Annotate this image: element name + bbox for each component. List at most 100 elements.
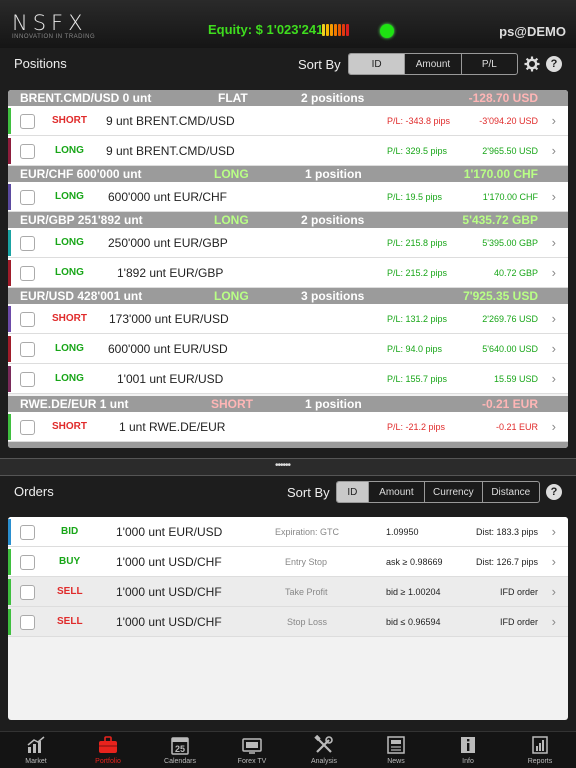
position-row[interactable]: SHORT 9 unt BRENT.CMD/USD P/L: -343.8 pi…	[8, 106, 568, 136]
tab-reports[interactable]: Reports	[504, 732, 576, 768]
group-pl: -128.70 USD	[468, 91, 538, 105]
position-group-header[interactable]: RWE.DE/EUR 1 unt SHORT 1 position -0.21 …	[8, 396, 568, 412]
positions-sort-label: Sort By	[298, 57, 341, 72]
user-account[interactable]: ps@DEMO	[499, 24, 566, 39]
order-color-tag	[8, 579, 11, 605]
orders-header: Orders Sort By ID Amount Currency Distan…	[0, 476, 576, 508]
position-side: LONG	[55, 145, 84, 156]
orders-sort-distance[interactable]: Distance	[481, 482, 539, 502]
tab-calendars[interactable]: 25 Calendars	[144, 732, 216, 768]
calendar-day: 25	[175, 744, 185, 754]
order-checkbox[interactable]	[20, 585, 35, 600]
group-pl: 7'925.35 USD	[463, 289, 538, 303]
position-pips: P/L: 155.7 pips	[387, 374, 448, 384]
group-side: LONG	[214, 167, 249, 181]
briefcase-icon	[99, 736, 117, 753]
tab-news[interactable]: News	[360, 732, 432, 768]
split-resize-handle[interactable]: ••••••	[0, 458, 576, 476]
order-checkbox[interactable]	[20, 615, 35, 630]
order-row[interactable]: SELL 1'000 unt USD/CHF Take Profit bid ≥…	[8, 577, 568, 607]
position-row[interactable]: LONG 600'000 unt EUR/CHF P/L: 19.5 pips …	[8, 182, 568, 212]
chevron-right-icon[interactable]: ›	[552, 311, 556, 326]
order-type-label: Expiration: GTC	[275, 527, 340, 537]
order-side: SELL	[57, 586, 83, 597]
position-checkbox[interactable]	[20, 236, 35, 251]
position-color-tag	[8, 414, 11, 440]
order-distance: Dist: 126.7 pips	[475, 557, 538, 567]
chevron-right-icon[interactable]: ›	[552, 419, 556, 434]
group-name: RWE.DE/EUR 1 unt	[20, 397, 129, 411]
orders-sort-amount[interactable]: Amount	[367, 482, 424, 502]
tv-icon	[242, 738, 262, 754]
position-group-header[interactable]: EUR/CHF 600'000 unt LONG 1 position 1'17…	[8, 166, 568, 182]
order-condition: ask ≥ 0.98669	[386, 557, 443, 567]
gear-icon[interactable]	[524, 56, 540, 72]
chevron-right-icon[interactable]: ›	[552, 265, 556, 280]
position-amount: -3'094.20 USD	[479, 116, 538, 126]
chevron-right-icon[interactable]: ›	[552, 524, 556, 539]
position-checkbox[interactable]	[20, 266, 35, 281]
position-checkbox[interactable]	[20, 342, 35, 357]
order-checkbox[interactable]	[20, 525, 35, 540]
order-row[interactable]: SELL 1'000 unt USD/CHF Stop Loss bid ≤ 0…	[8, 607, 568, 637]
order-type-label: Take Profit	[285, 587, 328, 597]
orders-sort-control: ID Amount Currency Distance	[336, 481, 540, 503]
position-side: SHORT	[52, 421, 87, 432]
position-color-tag	[8, 184, 11, 210]
drag-handle-icon[interactable]: ••••••	[275, 460, 291, 471]
calendar-icon: 25	[171, 737, 189, 755]
position-row[interactable]: LONG 1'892 unt EUR/GBP P/L: 215.2 pips 4…	[8, 258, 568, 288]
position-checkbox[interactable]	[20, 144, 35, 159]
tab-forex-tv[interactable]: Forex TV	[216, 732, 288, 768]
position-row[interactable]: LONG 1'001 unt EUR/USD P/L: 155.7 pips 1…	[8, 364, 568, 394]
group-count: 2 positions	[301, 91, 365, 105]
positions-sort-id[interactable]: ID	[349, 54, 405, 74]
position-row[interactable]: SHORT 173'000 unt EUR/USD P/L: 131.2 pip…	[8, 304, 568, 334]
order-row[interactable]: BUY 1'000 unt USD/CHF Entry Stop ask ≥ 0…	[8, 547, 568, 577]
position-group-header[interactable]: BRENT.CMD/USD 0 unt FLAT 2 positions -12…	[8, 90, 568, 106]
order-row[interactable]: BID 1'000 unt EUR/USD Expiration: GTC 1.…	[8, 517, 568, 547]
chevron-right-icon[interactable]: ›	[552, 143, 556, 158]
orders-sort-currency[interactable]: Currency	[424, 482, 481, 502]
position-group-header[interactable]: EUR/USD 428'001 unt LONG 3 positions 7'9…	[8, 288, 568, 304]
position-pips: P/L: 215.8 pips	[387, 238, 448, 248]
tab-analysis[interactable]: Analysis	[288, 732, 360, 768]
position-instrument: 173'000 unt EUR/USD	[109, 312, 229, 326]
help-icon[interactable]: ?	[546, 484, 562, 500]
positions-sort-pl[interactable]: P/L	[460, 54, 517, 74]
tab-label: Info	[462, 758, 474, 765]
tab-portfolio[interactable]: Portfolio	[72, 732, 144, 768]
chevron-right-icon[interactable]: ›	[552, 235, 556, 250]
positions-sort-amount[interactable]: Amount	[404, 54, 460, 74]
position-pips: P/L: 131.2 pips	[387, 314, 448, 324]
tab-market[interactable]: Market	[0, 732, 72, 768]
position-checkbox[interactable]	[20, 190, 35, 205]
chevron-right-icon[interactable]: ›	[552, 189, 556, 204]
group-count: 3 positions	[301, 289, 365, 303]
position-row[interactable]: SHORT 1 unt RWE.DE/EUR P/L: -21.2 pips -…	[8, 412, 568, 442]
position-checkbox[interactable]	[20, 372, 35, 387]
logo-text: NSFX	[12, 11, 88, 35]
position-checkbox[interactable]	[20, 114, 35, 129]
chevron-right-icon[interactable]: ›	[552, 371, 556, 386]
order-checkbox[interactable]	[20, 555, 35, 570]
chevron-right-icon[interactable]: ›	[552, 584, 556, 599]
position-row[interactable]: LONG 600'000 unt EUR/USD P/L: 94.0 pips …	[8, 334, 568, 364]
position-amount: 2'965.50 USD	[482, 146, 538, 156]
group-side: SHORT	[211, 397, 253, 411]
position-pips: P/L: 19.5 pips	[387, 192, 443, 202]
position-row[interactable]: LONG 9 unt BRENT.CMD/USD P/L: 329.5 pips…	[8, 136, 568, 166]
orders-sort-id[interactable]: ID	[337, 482, 368, 502]
equity-value: Equity: $ 1'023'241	[208, 22, 324, 37]
chevron-right-icon[interactable]: ›	[552, 341, 556, 356]
tab-info[interactable]: Info	[432, 732, 504, 768]
help-icon[interactable]: ?	[546, 56, 562, 72]
position-group-header[interactable]: EUR/GBP 251'892 unt LONG 2 positions 5'4…	[8, 212, 568, 228]
position-checkbox[interactable]	[20, 312, 35, 327]
chevron-right-icon[interactable]: ›	[552, 614, 556, 629]
chevron-right-icon[interactable]: ›	[552, 113, 556, 128]
position-row[interactable]: LONG 250'000 unt EUR/GBP P/L: 215.8 pips…	[8, 228, 568, 258]
info-icon	[461, 737, 475, 753]
chevron-right-icon[interactable]: ›	[552, 554, 556, 569]
position-checkbox[interactable]	[20, 420, 35, 435]
